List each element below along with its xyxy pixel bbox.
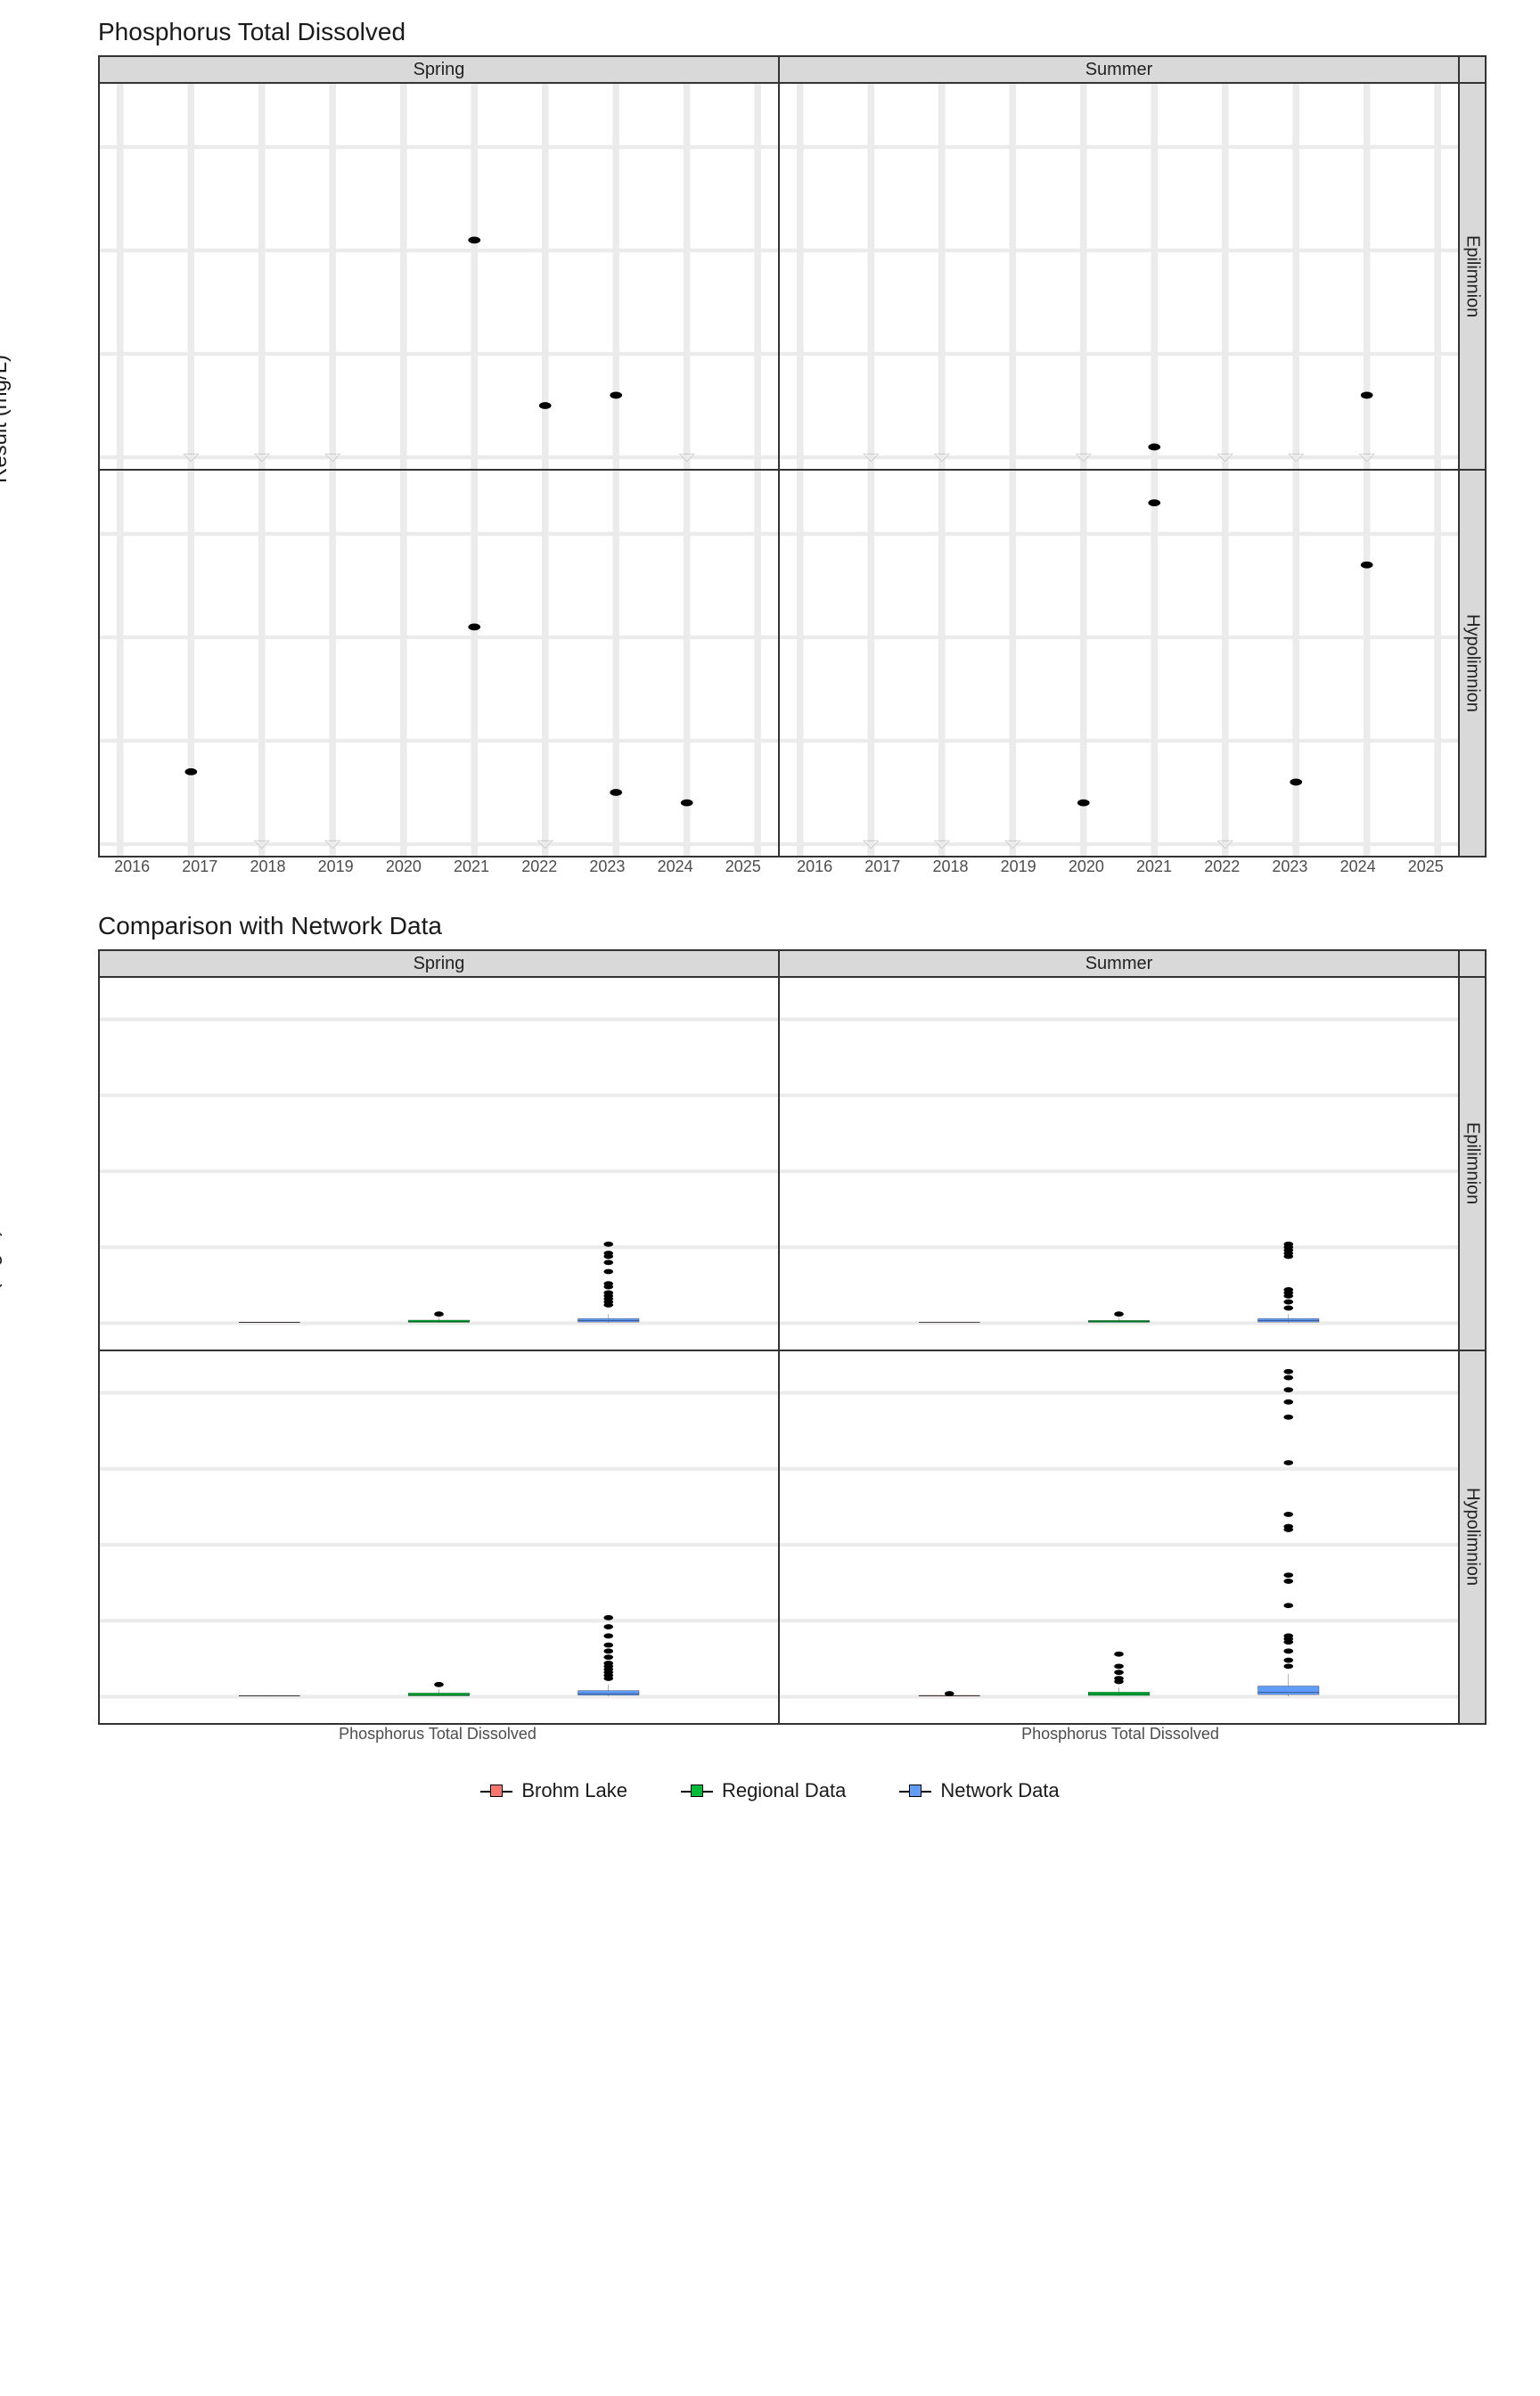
col-strip-spring: Spring <box>99 56 779 83</box>
chart2-grid: Spring Summer Epilimnion Hypolimnion <box>98 949 1487 1725</box>
chart1-title: Phosphorus Total Dissolved <box>98 18 1522 46</box>
corner <box>1459 56 1486 83</box>
row-strip-epi2: Epilimnion <box>1459 977 1486 1350</box>
legend-swatch-brohm <box>480 1780 512 1801</box>
legend-label-regional: Regional Data <box>722 1779 846 1802</box>
chart2-xticks: Phosphorus Total Dissolved Phosphorus To… <box>98 1725 1460 1744</box>
chart1-xticks: 2016201720182019202020212022202320242025… <box>98 857 1460 876</box>
legend-label-brohm: Brohm Lake <box>521 1779 627 1802</box>
scatter-chart-block: Phosphorus Total Dissolved Result (mg/L)… <box>18 18 1522 876</box>
panel-summer-hypo <box>779 470 1459 857</box>
panel-spring-epi <box>99 83 779 470</box>
row-strip-hypo: Hypolimnion <box>1459 470 1486 857</box>
legend-swatch-network <box>899 1780 931 1801</box>
bpanel-spring-epi <box>99 977 779 1350</box>
col-strip-summer: Summer <box>779 56 1459 83</box>
corner2 <box>1459 950 1486 977</box>
bpanel-spring-hypo <box>99 1350 779 1724</box>
col-strip-spring2: Spring <box>99 950 779 977</box>
chart1-grid: Spring Summer Epilimnion Hypolimnion <box>98 55 1487 857</box>
panel-summer-epi <box>779 83 1459 470</box>
x-cat-right: Phosphorus Total Dissolved <box>1021 1725 1219 1744</box>
boxplot-chart-block: Comparison with Network Data Results (mg… <box>18 912 1522 1744</box>
bpanel-summer-epi <box>779 977 1459 1350</box>
legend: Brohm Lake Regional Data Network Data <box>18 1779 1522 1802</box>
chart2-ylabel: Results (mg/L) <box>0 1229 4 1368</box>
legend-item-brohm: Brohm Lake <box>480 1779 627 1802</box>
panel-spring-hypo <box>99 470 779 857</box>
x-cat-left: Phosphorus Total Dissolved <box>339 1725 537 1744</box>
legend-swatch-regional <box>681 1780 713 1801</box>
legend-item-network: Network Data <box>899 1779 1059 1802</box>
legend-item-regional: Regional Data <box>681 1779 846 1802</box>
chart1-ylabel: Result (mg/L) <box>0 355 12 483</box>
row-strip-epi: Epilimnion <box>1459 83 1486 470</box>
row-strip-hypo2: Hypolimnion <box>1459 1350 1486 1724</box>
chart2-title: Comparison with Network Data <box>98 912 1522 940</box>
col-strip-summer2: Summer <box>779 950 1459 977</box>
bpanel-summer-hypo <box>779 1350 1459 1724</box>
legend-label-network: Network Data <box>940 1779 1059 1802</box>
